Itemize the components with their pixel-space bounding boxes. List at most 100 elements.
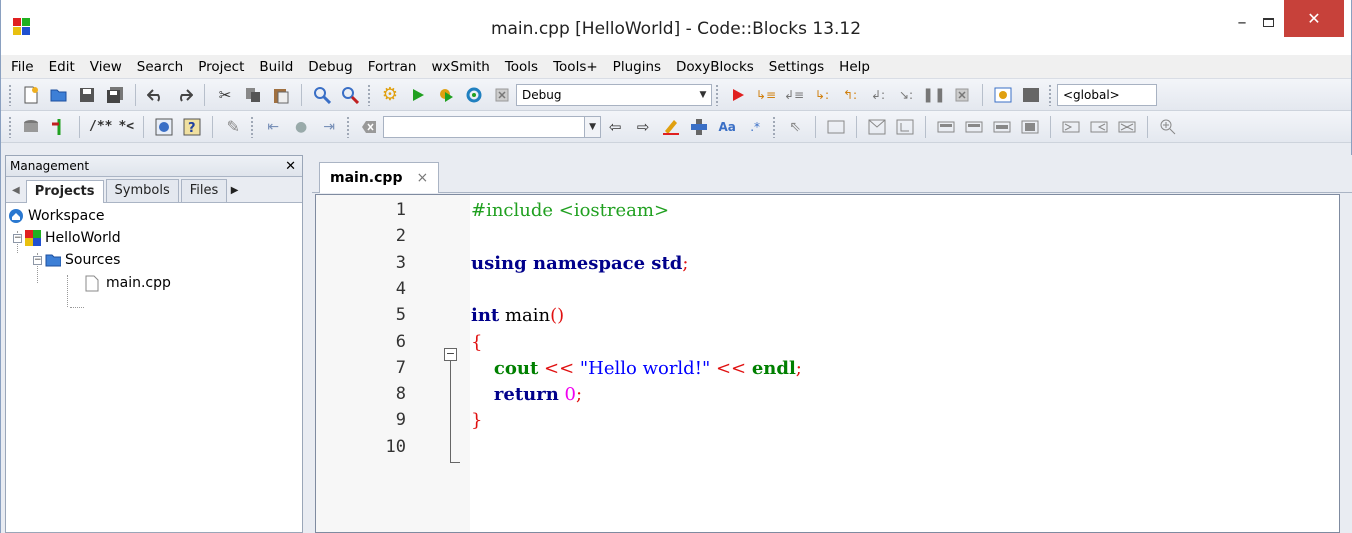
toolbar-grip[interactable]	[8, 83, 12, 106]
line-number[interactable]: 8	[316, 384, 406, 404]
tree-node-workspace[interactable]: Workspace	[8, 206, 105, 226]
build-icon[interactable]: ⚙	[379, 84, 401, 106]
code-line[interactable]: {	[471, 332, 482, 353]
line-number[interactable]: 2	[316, 226, 406, 246]
line-number[interactable]: 10	[316, 437, 406, 457]
prev-bookmark-icon[interactable]: ⇤	[262, 116, 284, 138]
line-number[interactable]: 3	[316, 253, 406, 273]
open-file-icon[interactable]	[48, 84, 70, 106]
highlight-all-icon[interactable]	[660, 116, 682, 138]
code-line[interactable]: int main()	[471, 305, 564, 326]
toolbar-grip[interactable]	[1048, 83, 1052, 106]
menu-fortran[interactable]: Fortran	[368, 59, 417, 75]
close-icon[interactable]: ✕	[285, 159, 296, 174]
menu-edit[interactable]: Edit	[49, 59, 75, 75]
code-line[interactable]: return 0;	[471, 384, 582, 405]
next-line-icon[interactable]: ↲≡	[783, 84, 805, 106]
copy-icon[interactable]	[242, 84, 264, 106]
highlight-icon[interactable]: ✎	[222, 116, 244, 138]
menu-build[interactable]: Build	[259, 59, 293, 75]
toolbar-grip[interactable]	[8, 115, 12, 138]
menu-debug[interactable]: Debug	[308, 59, 352, 75]
tree-node-sources[interactable]: − Sources	[33, 250, 120, 270]
collapse-icon[interactable]: −	[33, 255, 42, 265]
menu-search[interactable]: Search	[137, 59, 183, 75]
doxy-comment-block-button[interactable]: /**	[89, 116, 112, 138]
break-debugger-icon[interactable]: ❚❚	[922, 84, 945, 106]
cut-icon[interactable]: ✂	[214, 84, 236, 106]
menu-tools-plus[interactable]: Tools+	[553, 59, 598, 75]
menu-doxyblocks[interactable]: DoxyBlocks	[676, 59, 754, 75]
tab-symbols[interactable]: Symbols	[105, 179, 179, 202]
code-line[interactable]: #include <iostream>	[471, 200, 669, 221]
code-line[interactable]: }	[471, 410, 482, 431]
wx-frame-icon[interactable]	[825, 116, 847, 138]
tab-files[interactable]: Files	[180, 179, 227, 202]
menu-tools[interactable]: Tools	[505, 59, 538, 75]
doxywizard-icon[interactable]	[153, 116, 175, 138]
minimize-button[interactable]: –	[1229, 7, 1255, 37]
regex-button[interactable]: .*	[744, 116, 766, 138]
menu-project[interactable]: Project	[198, 59, 244, 75]
run-to-cursor-icon[interactable]: ↳≡	[755, 84, 777, 106]
abort-icon[interactable]	[491, 84, 513, 106]
match-case-icon[interactable]: Aa	[716, 116, 738, 138]
toggle-breakpoint-icon[interactable]: ●	[290, 116, 312, 138]
find-previous-icon[interactable]: ⇦	[604, 116, 626, 138]
step-into-icon[interactable]: ↳:	[811, 84, 833, 106]
wx-boxsizer-icon[interactable]	[935, 116, 957, 138]
toggle-bookmark-icon[interactable]	[48, 116, 70, 138]
wx-wrapsizer-icon[interactable]	[1088, 116, 1110, 138]
wx-staticbox-icon[interactable]	[963, 116, 985, 138]
line-number[interactable]: 5	[316, 305, 406, 325]
wx-stdsizer-icon[interactable]	[1116, 116, 1138, 138]
build-target-select[interactable]: Debug ▼	[516, 83, 712, 106]
close-tab-icon[interactable]: ×	[416, 170, 428, 186]
code-line[interactable]: using namespace std;	[471, 253, 688, 274]
rebuild-icon[interactable]	[463, 84, 485, 106]
menu-view[interactable]: View	[90, 59, 122, 75]
toolbar-grip[interactable]	[346, 115, 351, 138]
tab-main-cpp[interactable]: main.cpp ×	[319, 162, 440, 193]
zoom-in-icon[interactable]	[1157, 116, 1179, 138]
line-number[interactable]: 1	[316, 200, 406, 220]
run-icon[interactable]	[407, 84, 429, 106]
debug-continue-icon[interactable]	[727, 84, 749, 106]
search-combobox[interactable]: ▼	[383, 115, 602, 138]
various-info-icon[interactable]	[1020, 84, 1042, 106]
doxy-line-comment-button[interactable]: *<	[118, 116, 134, 138]
wx-flexgrid-icon[interactable]	[1019, 116, 1041, 138]
scope-select[interactable]: <global>	[1057, 83, 1157, 106]
menu-wxsmith[interactable]: wxSmith	[431, 59, 489, 75]
menu-file[interactable]: File	[11, 59, 34, 75]
line-number[interactable]: 7	[316, 358, 406, 378]
maximize-button[interactable]	[1255, 7, 1281, 37]
wx-gridsizer-icon[interactable]	[991, 116, 1013, 138]
wx-panel-icon[interactable]	[894, 116, 916, 138]
find-next-icon[interactable]: ⇨	[632, 116, 654, 138]
code-editor[interactable]: 1 2 3 4 5 6 7 8 9 10 − #include <iostream> using n…	[315, 194, 1340, 533]
selected-text-only-icon[interactable]	[688, 116, 710, 138]
help-icon[interactable]: ?	[181, 116, 203, 138]
toolbar-grip[interactable]	[250, 115, 255, 138]
toolbar-grip[interactable]	[715, 83, 719, 106]
select-tool-icon[interactable]: ⇖	[784, 116, 806, 138]
toolbar-grip[interactable]	[367, 83, 371, 106]
wx-dialog-icon[interactable]	[866, 116, 888, 138]
paste-icon[interactable]	[270, 84, 292, 106]
scroll-left-icon[interactable]: ◀	[10, 185, 26, 202]
clear-search-icon[interactable]	[358, 116, 380, 138]
menu-settings[interactable]: Settings	[769, 59, 824, 75]
chevron-down-icon[interactable]: ▼	[584, 116, 601, 137]
collapse-icon[interactable]: −	[13, 233, 22, 243]
step-out-icon[interactable]: ↰:	[839, 84, 861, 106]
line-number[interactable]: 4	[316, 279, 406, 299]
wx-spacer-icon[interactable]	[1060, 116, 1082, 138]
tree-node-file[interactable]: main.cpp	[84, 273, 171, 293]
line-number[interactable]: 6	[316, 332, 406, 352]
step-into-instruction-icon[interactable]: ↘:	[895, 84, 917, 106]
close-button[interactable]: ✕	[1284, 0, 1344, 37]
save-icon[interactable]	[76, 84, 98, 106]
redo-icon[interactable]	[173, 84, 195, 106]
menu-help[interactable]: Help	[839, 59, 870, 75]
